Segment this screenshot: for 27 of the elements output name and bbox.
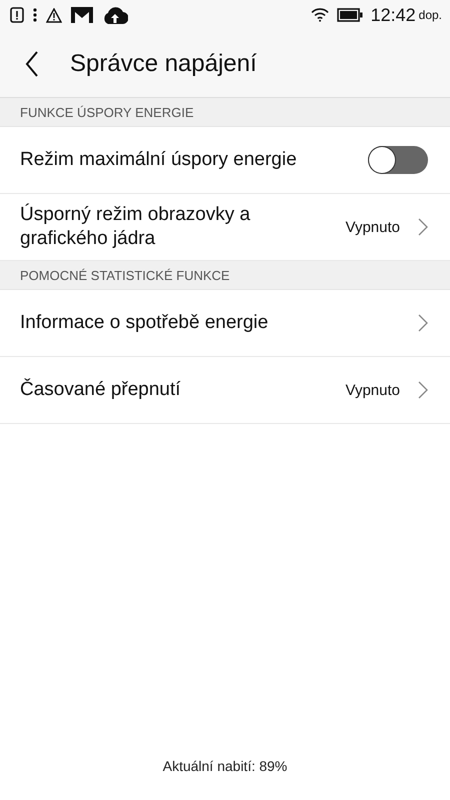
- more-dots-icon: [33, 7, 37, 23]
- setting-label: Úsporný režim obrazovky a grafického jádra: [20, 203, 252, 251]
- chevron-icon: [418, 381, 428, 399]
- clock-time: 12:42: [370, 4, 416, 26]
- setting-value: Vypnuto: [346, 382, 400, 398]
- battery-icon: [336, 8, 363, 22]
- section-header: POMOCNÉ STATISTICKÉ FUNKCE: [0, 261, 450, 290]
- toggle-row[interactable]: Režim maximální úspory energie: [0, 127, 450, 194]
- section-header: FUNKCE ÚSPORY ENERGIE: [0, 98, 450, 127]
- clock-suffix: dop.: [418, 8, 442, 22]
- settings-row[interactable]: Časované přepnutí Vypnuto: [0, 357, 450, 424]
- setting-label: Režim maximální úspory energie: [20, 148, 298, 172]
- wifi-icon: [310, 8, 329, 22]
- charge-level-text: Aktuální nabití: 89%: [162, 758, 288, 774]
- chevron-icon: [418, 218, 428, 236]
- setting-label: Informace o spotřebě energie: [20, 311, 270, 335]
- setting-value: Vypnuto: [346, 218, 400, 236]
- setting-label: Časované přepnutí: [20, 378, 182, 402]
- chevron-icon: [418, 314, 428, 332]
- warning-icon: [46, 8, 62, 22]
- toggle-switch[interactable]: [368, 146, 428, 174]
- settings-row[interactable]: Informace o spotřebě energie: [0, 290, 450, 357]
- screen-title: Správce napájení: [70, 50, 257, 78]
- sim-alert-icon: [10, 7, 24, 23]
- back-icon[interactable]: [25, 50, 39, 76]
- cloud-upload-icon: [102, 6, 128, 24]
- mail-icon: [71, 7, 93, 23]
